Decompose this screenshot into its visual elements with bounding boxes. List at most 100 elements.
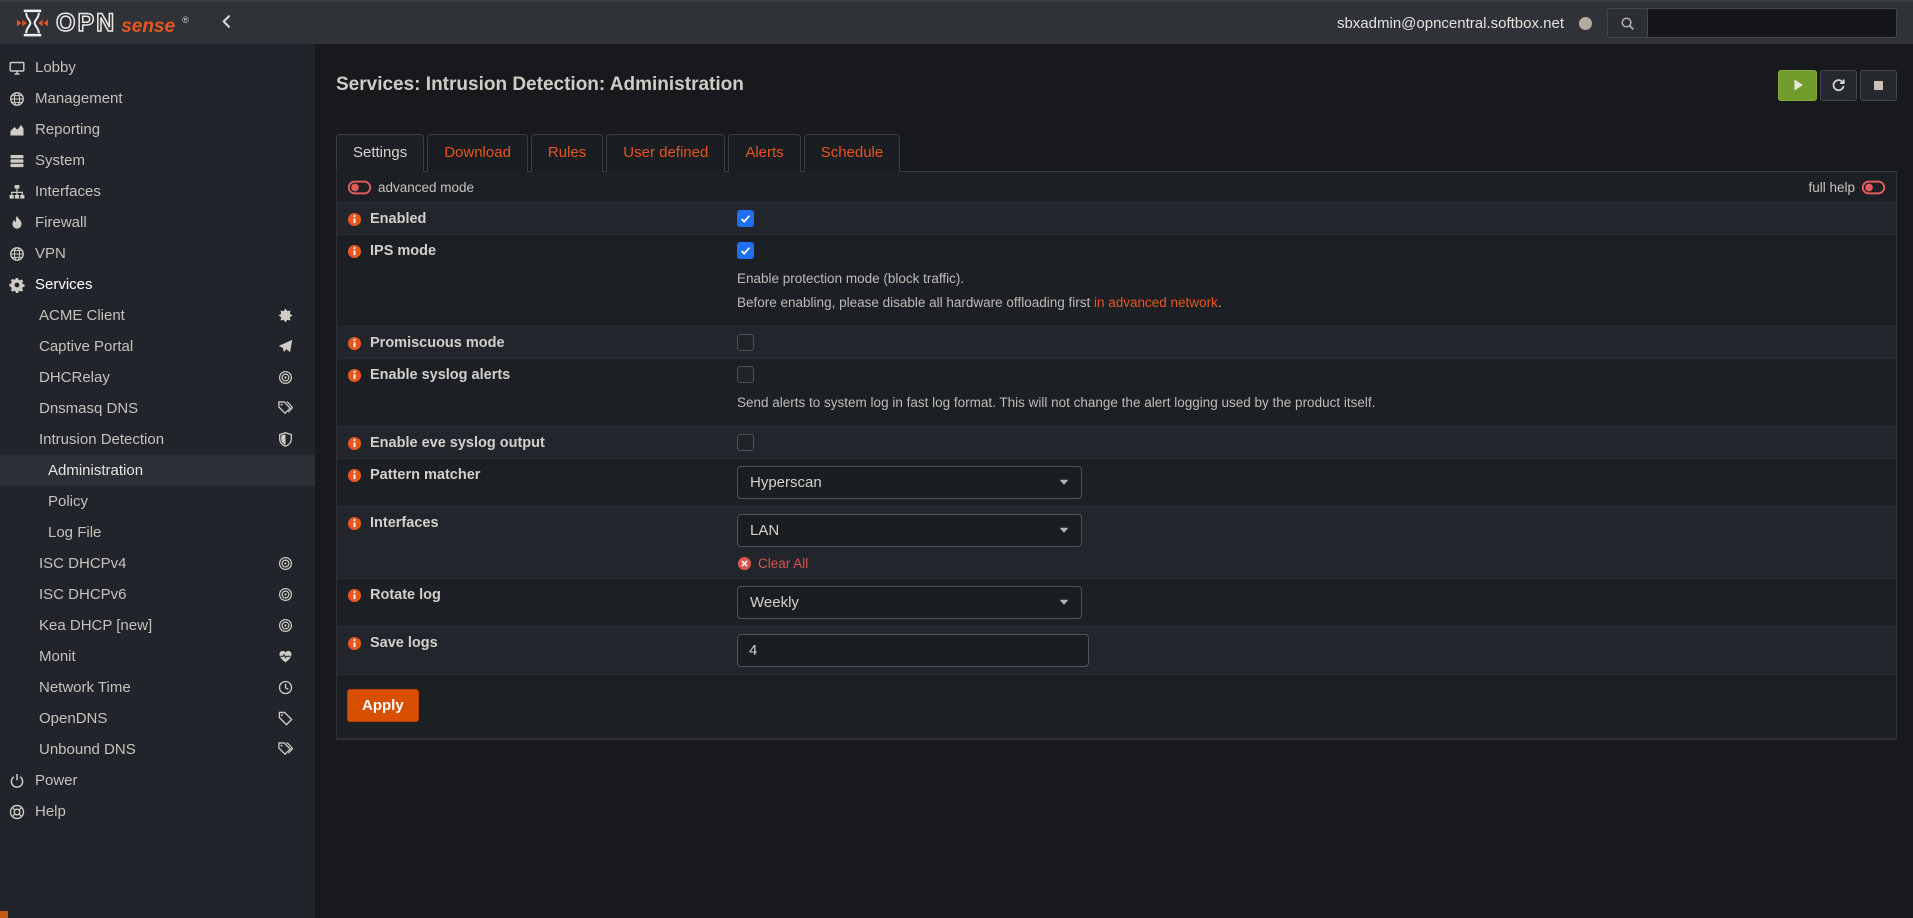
sidebar-item-management[interactable]: Management: [0, 83, 315, 114]
sidebar-item-label: Unbound DNS: [39, 741, 136, 758]
sidebar-item-intrusion-detection[interactable]: Intrusion Detection: [0, 424, 315, 455]
sidebar-item-label: VPN: [35, 245, 66, 262]
sidebar-item-captive-portal[interactable]: Captive Portal: [0, 331, 315, 362]
sidebar-collapse-button[interactable]: [219, 14, 234, 32]
sidebar-item-policy[interactable]: Policy: [0, 486, 315, 517]
fire-icon: [9, 215, 25, 231]
advanced-mode-toggle[interactable]: advanced mode: [347, 180, 474, 195]
tab-alerts[interactable]: Alerts: [728, 134, 800, 172]
sidebar-item-reporting[interactable]: Reporting: [0, 114, 315, 145]
full-help-toggle[interactable]: full help: [1808, 180, 1886, 195]
enable-eve-syslog-output-checkbox[interactable]: [737, 434, 754, 451]
form-row-ips-mode: IPS modeEnable protection mode (block tr…: [337, 235, 1896, 327]
sidebar-item-log-file[interactable]: Log File: [0, 517, 315, 548]
sidebar-item-unbound-dns[interactable]: Unbound DNS: [0, 734, 315, 765]
enable-syslog-alerts-checkbox[interactable]: [737, 366, 754, 383]
sidebar-item-lobby[interactable]: Lobby: [0, 52, 315, 83]
form-row-interfaces: Interfaces LAN Clear All: [337, 507, 1896, 579]
brand-sense: sense: [121, 17, 175, 36]
bullseye-icon: [278, 587, 293, 602]
tab-settings[interactable]: Settings: [336, 134, 424, 172]
tab-download[interactable]: Download: [427, 134, 528, 172]
field-label: Enable syslog alerts: [370, 367, 510, 383]
interfaces-clear-all-button[interactable]: Clear All: [737, 556, 1886, 571]
pattern-matcher-select[interactable]: Hyperscan: [737, 466, 1082, 499]
info-icon: [347, 516, 362, 531]
sidebar-item-opendns[interactable]: OpenDNS: [0, 703, 315, 734]
settings-panel: advanced mode full help EnabledIPS modeE…: [336, 171, 1897, 740]
sidebar-item-label: Captive Portal: [39, 338, 133, 355]
start-button[interactable]: [1778, 70, 1817, 101]
search-input[interactable]: [1648, 9, 1896, 37]
stop-button[interactable]: [1860, 70, 1897, 101]
form-row-rotate-log: Rotate log Weekly: [337, 579, 1896, 627]
sidebar-item-system[interactable]: System: [0, 145, 315, 176]
sidebar-item-acme-client[interactable]: ACME Client: [0, 300, 315, 331]
sidebar-item-services[interactable]: Services: [0, 269, 315, 300]
toggle-off-icon: [1861, 180, 1886, 195]
sidebar-item-label: Firewall: [35, 214, 87, 231]
sidebar-item-interfaces[interactable]: Interfaces: [0, 176, 315, 207]
rotate-log-select[interactable]: Weekly: [737, 586, 1082, 619]
field-label: Pattern matcher: [370, 467, 480, 483]
chart-area-icon: [9, 122, 25, 138]
page-title: Services: Intrusion Detection: Administr…: [336, 74, 744, 96]
select-value: LAN: [750, 522, 779, 539]
tab-user-defined[interactable]: User defined: [606, 134, 725, 172]
brand-registered-mark: ®: [182, 15, 189, 25]
clock-icon: [278, 680, 293, 695]
info-icon: [347, 368, 362, 383]
info-icon: [347, 588, 362, 603]
ips-mode-checkbox[interactable]: [737, 242, 754, 259]
sidebar-item-firewall[interactable]: Firewall: [0, 207, 315, 238]
clear-all-label: Clear All: [758, 556, 808, 571]
sidebar-item-administration[interactable]: Administration: [0, 455, 315, 486]
restart-button[interactable]: [1820, 70, 1857, 101]
sidebar-item-isc-dhcpv4[interactable]: ISC DHCPv4: [0, 548, 315, 579]
save-logs-input[interactable]: [737, 634, 1089, 667]
sidebar-item-label: Network Time: [39, 679, 131, 696]
seal-icon: [278, 308, 293, 323]
opnsense-brand[interactable]: OPN sense ®: [16, 8, 189, 38]
sidebar-item-help[interactable]: Help: [0, 796, 315, 827]
sidebar-item-vpn[interactable]: VPN: [0, 238, 315, 269]
caret-down-icon: [1059, 599, 1069, 605]
sidebar-item-isc-dhcpv6[interactable]: ISC DHCPv6: [0, 579, 315, 610]
sidebar-item-label: ISC DHCPv4: [39, 555, 127, 572]
field-help-text: Send alerts to system log in fast log fo…: [737, 395, 1382, 412]
search-icon-cell: [1608, 9, 1648, 37]
help-link[interactable]: in advanced network: [1094, 295, 1218, 310]
enabled-checkbox[interactable]: [737, 210, 754, 227]
sidebar-item-label: Administration: [48, 462, 143, 479]
sidebar-item-dhcrelay[interactable]: DHCRelay: [0, 362, 315, 393]
sidebar-item-dnsmasq-dns[interactable]: Dnsmasq DNS: [0, 393, 315, 424]
sidebar-item-label: Kea DHCP [new]: [39, 617, 152, 634]
promiscuous-mode-checkbox[interactable]: [737, 334, 754, 351]
caret-down-icon: [1059, 527, 1069, 533]
tab-schedule[interactable]: Schedule: [804, 134, 901, 172]
topbar-right: sbxadmin@opncentral.softbox.net: [1337, 8, 1897, 38]
help-line: Send alerts to system log in fast log fo…: [737, 395, 1375, 410]
settings-form: EnabledIPS modeEnable protection mode (b…: [337, 203, 1896, 739]
bottom-left-accent: [0, 911, 8, 918]
sidebar-item-monit[interactable]: Monit: [0, 641, 315, 672]
field-help-text: Enable protection mode (block traffic).B…: [737, 271, 1382, 312]
apply-button[interactable]: Apply: [347, 689, 419, 722]
search-box[interactable]: [1607, 8, 1897, 38]
interfaces-select[interactable]: LAN: [737, 514, 1082, 547]
info-icon: [347, 244, 362, 259]
sidebar-item-network-time[interactable]: Network Time: [0, 672, 315, 703]
field-label: Interfaces: [370, 515, 439, 531]
user-email-link[interactable]: sbxadmin@opncentral.softbox.net: [1337, 15, 1564, 32]
sidebar-item-power[interactable]: Power: [0, 765, 315, 796]
sidebar-item-kea-dhcp-new[interactable]: Kea DHCP [new]: [0, 610, 315, 641]
field-label: Rotate log: [370, 587, 441, 603]
sidebar-item-label: Intrusion Detection: [39, 431, 164, 448]
field-label: Save logs: [370, 635, 438, 651]
sidebar-nav: LobbyManagement Reporting System Interfaces…: [0, 52, 315, 827]
sidebar-item-label: Reporting: [35, 121, 100, 138]
tab-rules[interactable]: Rules: [531, 134, 603, 172]
sidebar-item-label: Dnsmasq DNS: [39, 400, 138, 417]
form-row-promiscuous-mode: Promiscuous mode: [337, 327, 1896, 359]
sidebar-item-label: Interfaces: [35, 183, 101, 200]
